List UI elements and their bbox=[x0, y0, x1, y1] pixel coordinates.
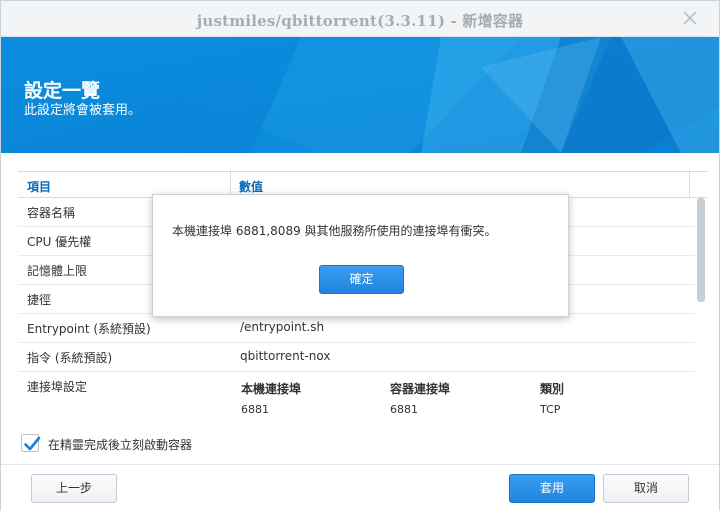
row-key: 容器名稱 bbox=[27, 206, 76, 220]
auto-start-checkbox[interactable] bbox=[21, 434, 41, 452]
port-value-container: 6881 bbox=[390, 403, 418, 416]
header-banner: 設定一覽 此設定將會被套用。 bbox=[1, 37, 719, 153]
dialog-window: justmiles/qbittorrent(3.3.11) - 新增容器 設定一… bbox=[0, 0, 720, 511]
table-row-ports: 連接埠設定 本機連接埠 容器連接埠 類別 6881 6881 TCP bbox=[18, 372, 695, 426]
ok-button[interactable]: 確定 bbox=[319, 265, 404, 294]
port-value-local: 6881 bbox=[241, 403, 269, 416]
checkmark-icon bbox=[24, 436, 41, 451]
port-header-container: 容器連接埠 bbox=[390, 382, 451, 396]
row-value: /entrypoint.sh bbox=[240, 320, 325, 334]
port-value-type: TCP bbox=[540, 403, 561, 416]
apply-button[interactable]: 套用 bbox=[509, 474, 595, 503]
banner-background bbox=[1, 37, 719, 153]
row-key: Entrypoint (系統預設) bbox=[27, 322, 151, 336]
row-key: 指令 (系統預設) bbox=[27, 351, 113, 365]
table-row: 指令 (系統預設) qbittorrent-nox bbox=[18, 343, 695, 372]
window-title: justmiles/qbittorrent(3.3.11) - 新增容器 bbox=[196, 12, 524, 30]
table-row: Entrypoint (系統預設) /entrypoint.sh bbox=[18, 314, 695, 343]
port-header-type: 類別 bbox=[540, 382, 565, 396]
row-value: qbittorrent-nox bbox=[240, 349, 331, 363]
row-key: 連接埠設定 bbox=[27, 380, 88, 394]
column-header-item[interactable]: 項目 bbox=[27, 178, 51, 195]
column-divider bbox=[689, 172, 690, 198]
close-icon[interactable] bbox=[679, 7, 701, 29]
row-key: 記憶體上限 bbox=[27, 264, 88, 278]
port-conflict-dialog: 本機連接埠 6881,8089 與其他服務所使用的連接埠有衝突。 確定 bbox=[152, 194, 569, 317]
column-header-value[interactable]: 數值 bbox=[239, 178, 263, 195]
footer-bar: 上一步 套用 取消 bbox=[1, 464, 719, 511]
port-header-local: 本機連接埠 bbox=[241, 382, 302, 396]
auto-start-label: 在精靈完成後立刻啟動容器 bbox=[48, 438, 193, 452]
title-bar: justmiles/qbittorrent(3.3.11) - 新增容器 bbox=[1, 1, 719, 37]
row-key: 捷徑 bbox=[27, 293, 52, 307]
banner-subheading: 此設定將會被套用。 bbox=[24, 103, 142, 118]
back-button[interactable]: 上一步 bbox=[31, 474, 117, 503]
cancel-button[interactable]: 取消 bbox=[603, 474, 689, 503]
grid-scrollbar[interactable] bbox=[697, 198, 705, 302]
row-key: CPU 優先權 bbox=[27, 235, 92, 249]
dialog-message: 本機連接埠 6881,8089 與其他服務所使用的連接埠有衝突。 bbox=[172, 224, 497, 238]
